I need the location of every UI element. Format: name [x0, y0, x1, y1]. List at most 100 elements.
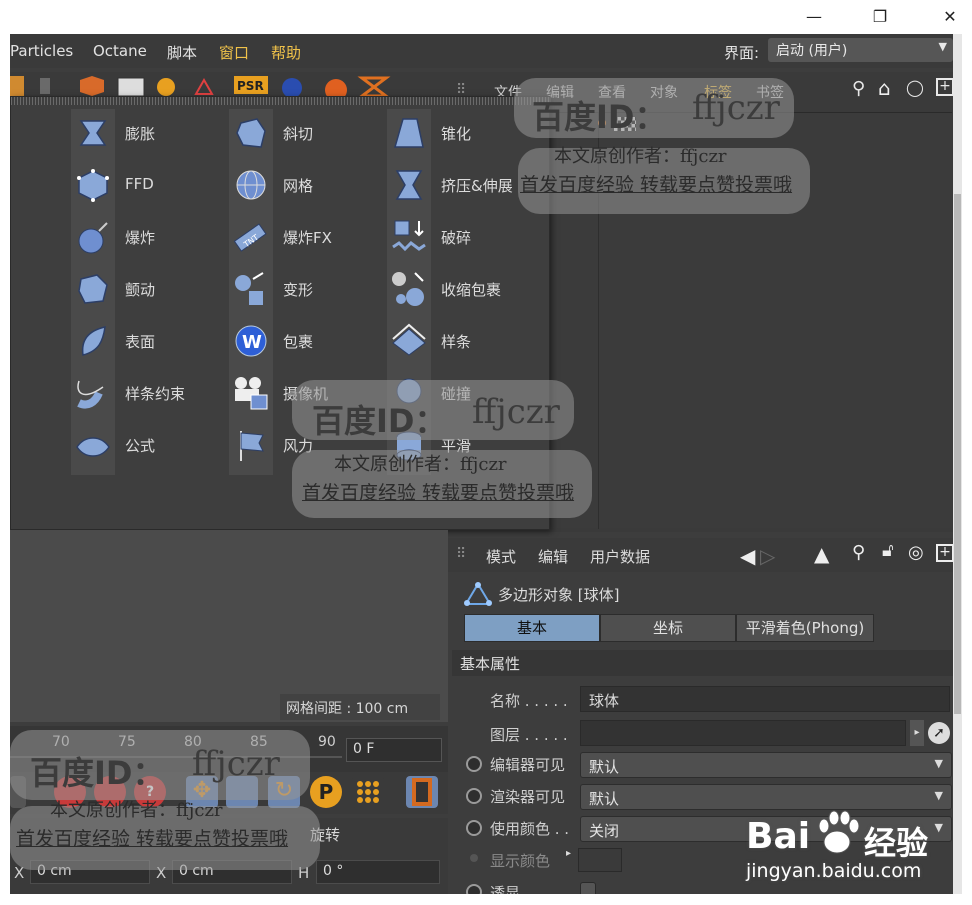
- menu-particles[interactable]: Particles: [10, 42, 73, 60]
- ffd-icon: [77, 169, 109, 202]
- deformer-mesh[interactable]: 网格: [231, 159, 381, 211]
- tab-objects[interactable]: 对象: [650, 82, 678, 102]
- subtab-coord[interactable]: 坐标: [600, 614, 736, 642]
- search-icon[interactable]: ⚲: [852, 78, 865, 99]
- collision-icon: [396, 378, 422, 404]
- tab-user-data[interactable]: 用户数据: [590, 546, 650, 567]
- deformer-label: 平滑: [441, 437, 472, 455]
- current-frame-field[interactable]: 0 F: [346, 738, 442, 762]
- xray-checkbox[interactable]: [580, 882, 596, 894]
- surface-icon: [81, 326, 106, 356]
- layer-menu-arrow-icon[interactable]: ▸: [910, 720, 924, 746]
- deformer-bulge[interactable]: 膨胀: [73, 107, 223, 159]
- deformer-formula[interactable]: 公式: [73, 419, 223, 471]
- deformer-label: 网格: [283, 177, 314, 195]
- editor-visible-select[interactable]: 默认 ▼: [580, 752, 952, 778]
- deformer-label: 颤动: [125, 281, 156, 299]
- lock-icon[interactable]: 🔓︎: [882, 540, 894, 561]
- chevron-down-icon: ▼: [938, 40, 947, 53]
- minimize-button[interactable]: —: [798, 4, 830, 30]
- pointer-icon[interactable]: ▲: [814, 542, 829, 566]
- record-key-icon[interactable]: [54, 776, 86, 808]
- home-icon[interactable]: ⌂: [878, 76, 891, 100]
- deformer-morph[interactable]: 变形: [231, 263, 381, 315]
- layer-field[interactable]: [580, 720, 906, 746]
- back-arrow-icon[interactable]: ◀: [740, 544, 755, 568]
- eye-icon[interactable]: ◯: [906, 78, 924, 97]
- close-button[interactable]: ✕: [934, 4, 966, 30]
- deformer-jiggle[interactable]: 颤动: [73, 263, 223, 315]
- autokey-icon[interactable]: [94, 776, 126, 808]
- deformer-taper[interactable]: 锥化: [389, 107, 539, 159]
- expand-arrow-icon[interactable]: ▸: [566, 848, 571, 859]
- deformer-spline-wrap[interactable]: 样条约束: [73, 367, 223, 419]
- menu-window[interactable]: 窗口: [219, 42, 249, 63]
- tab-mode[interactable]: 模式: [486, 546, 516, 567]
- xray-anim-radio[interactable]: [466, 884, 482, 894]
- deformer-surface[interactable]: 表面: [73, 315, 223, 367]
- deformer-shatter[interactable]: 破碎: [389, 211, 539, 263]
- editor-visible-anim-radio[interactable]: [466, 756, 482, 772]
- flag-icon: [240, 431, 264, 461]
- target-icon[interactable]: ◎: [908, 542, 924, 563]
- search-icon[interactable]: ⚲: [852, 542, 865, 563]
- menu-help[interactable]: 帮助: [271, 42, 301, 63]
- rotate-key-icon[interactable]: ↻: [268, 776, 300, 808]
- use-color-anim-radio[interactable]: [466, 820, 482, 836]
- new-panel-icon[interactable]: +: [936, 544, 954, 562]
- deformer-shrink-wrap[interactable]: 收缩包裹: [389, 263, 539, 315]
- spline-icon: [392, 323, 426, 356]
- name-field[interactable]: 球体: [580, 686, 950, 712]
- tab-view[interactable]: 查看: [598, 82, 626, 102]
- deformer-collision[interactable]: 碰撞: [389, 367, 539, 419]
- material-tag-icon[interactable]: [614, 117, 636, 131]
- shatter-icon: [392, 220, 426, 252]
- h-label: H: [298, 864, 310, 882]
- grip-icon[interactable]: ⠿: [456, 546, 466, 562]
- deformer-wrap[interactable]: W 包裹: [231, 315, 381, 367]
- pick-cursor-icon[interactable]: ➚: [928, 722, 950, 744]
- param-key-icon[interactable]: P: [310, 776, 342, 808]
- window-scrollbar[interactable]: [953, 34, 962, 894]
- new-panel-icon[interactable]: +: [936, 78, 954, 96]
- deformer-ffd[interactable]: FFD: [73, 159, 223, 211]
- menu-script[interactable]: 脚本: [167, 42, 197, 63]
- layout-select[interactable]: 启动 (用户) ▼: [768, 38, 953, 62]
- point-level-icon[interactable]: [352, 776, 384, 808]
- forward-arrow-icon[interactable]: ▷: [760, 544, 775, 568]
- help-key-icon[interactable]: ?: [134, 776, 166, 808]
- display-color-swatch[interactable]: [578, 848, 622, 872]
- film-icon[interactable]: [406, 776, 438, 808]
- menu-grip[interactable]: [11, 97, 551, 105]
- deformer-spline[interactable]: 样条: [389, 315, 539, 367]
- deformer-label: 挤压&伸展: [441, 177, 513, 195]
- move-key-icon[interactable]: ✥: [186, 776, 218, 808]
- deformer-smoothing[interactable]: 平滑: [389, 419, 539, 471]
- go-start-icon[interactable]: [10, 776, 26, 808]
- deformer-bevel[interactable]: 斜切: [231, 107, 381, 159]
- deformer-squash-stretch[interactable]: 挤压&伸展: [389, 159, 539, 211]
- window-titlebar: — ❐ ✕: [0, 0, 972, 34]
- restore-button[interactable]: ❐: [864, 4, 896, 30]
- tab-edit[interactable]: 编辑: [538, 546, 568, 567]
- deformer-explosion[interactable]: 爆炸: [73, 211, 223, 263]
- position-x-field[interactable]: 0 cm: [30, 860, 150, 884]
- deformer-explosion-fx[interactable]: TNT 爆炸FX: [231, 211, 381, 263]
- tab-bookmarks[interactable]: 书签: [756, 82, 784, 102]
- menu-octane[interactable]: Octane: [93, 42, 147, 60]
- taper-icon: [394, 118, 424, 148]
- scale-x-field[interactable]: 0 cm: [172, 860, 292, 884]
- render-visible-anim-radio[interactable]: [466, 788, 482, 804]
- rotation-h-field[interactable]: 0 °: [316, 860, 440, 884]
- deformer-camera[interactable]: 摄像机: [231, 367, 381, 419]
- subtab-basic[interactable]: 基本: [464, 614, 600, 642]
- name-label: 名称 . . . . .: [490, 692, 568, 710]
- camera-icon: [235, 377, 268, 410]
- timeline-tick: 80: [184, 734, 202, 750]
- tab-tags[interactable]: 标签: [704, 82, 732, 102]
- deformer-wind[interactable]: 风力: [231, 419, 381, 471]
- scale-key-icon[interactable]: [226, 776, 258, 808]
- rotation-header: 旋转: [310, 826, 341, 844]
- subtab-phong[interactable]: 平滑着色(Phong): [736, 614, 874, 642]
- bomb-icon: [78, 222, 108, 254]
